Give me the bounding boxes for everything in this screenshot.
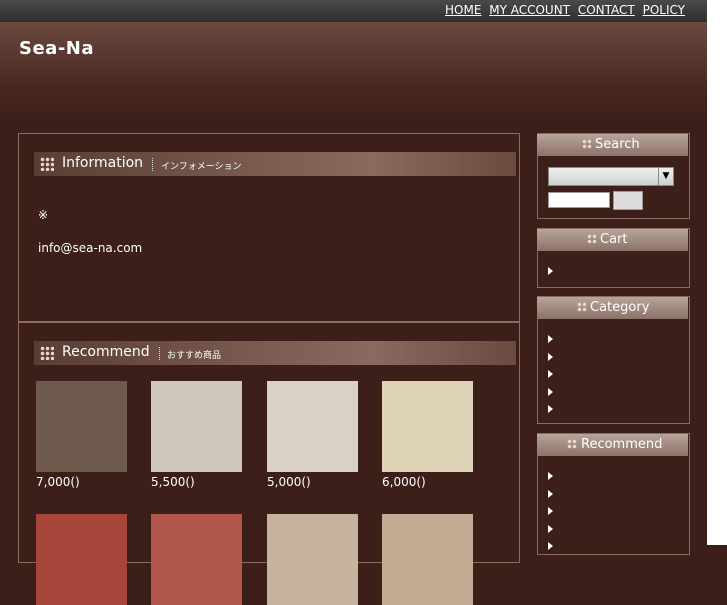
product-image[interactable]	[36, 514, 127, 605]
nav-policy-link[interactable]: POLICY	[643, 3, 685, 17]
recommend-header: Recommend おすすめ商品	[34, 341, 516, 365]
information-subtitle: インフォメーション	[161, 162, 242, 172]
list-item	[548, 383, 561, 401]
information-text: ※ info@sea-na.com	[38, 207, 142, 257]
product-card[interactable]	[36, 514, 136, 605]
cart-list	[548, 262, 561, 280]
dots-icon	[40, 157, 54, 171]
list-item	[548, 400, 561, 418]
category-select[interactable]: ▼	[548, 167, 674, 186]
side-recommend-header: Recommend	[537, 434, 688, 456]
product-image[interactable]	[382, 514, 473, 605]
list-item	[548, 467, 561, 485]
category-title: Category	[590, 300, 650, 315]
nav-home-link[interactable]: HOME	[445, 3, 481, 17]
cart-title: Cart	[600, 232, 628, 247]
product-image[interactable]	[151, 514, 242, 605]
page-edge	[707, 0, 727, 545]
product-card[interactable]	[151, 514, 251, 605]
cart-header: Cart	[537, 229, 688, 251]
product-card[interactable]: 5,500()	[151, 381, 251, 489]
list-item	[548, 365, 561, 383]
side-recommend-list	[548, 467, 561, 555]
product-image[interactable]	[267, 514, 358, 605]
dots-icon	[577, 302, 587, 312]
title-divider	[159, 347, 161, 360]
product-image[interactable]	[382, 381, 473, 472]
category-list	[548, 330, 561, 418]
list-item	[548, 537, 561, 555]
category-header: Category	[537, 297, 688, 319]
list-item	[548, 262, 561, 280]
list-item	[548, 485, 561, 503]
dots-icon	[567, 439, 577, 449]
nav-contact-link[interactable]: CONTACT	[578, 3, 635, 17]
list-item	[548, 348, 561, 366]
dots-icon	[582, 139, 592, 149]
recommend-title: Recommend	[62, 344, 150, 360]
dots-icon	[587, 234, 597, 244]
product-price: 7,000()	[36, 475, 80, 489]
product-price: 5,000()	[267, 475, 311, 489]
info-email-line[interactable]: info@sea-na.com	[38, 240, 142, 257]
product-card[interactable]: 5,000()	[267, 381, 367, 489]
information-header: Information インフォメーション	[34, 152, 516, 176]
nav-my-account-link[interactable]: MY ACCOUNT	[489, 3, 570, 17]
dots-icon	[40, 346, 54, 360]
title-divider	[152, 158, 154, 171]
list-item	[548, 520, 561, 538]
product-card[interactable]	[267, 514, 367, 605]
product-image[interactable]	[36, 381, 127, 472]
list-item	[548, 502, 561, 520]
site-title[interactable]: Sea-Na	[19, 38, 94, 59]
product-price: 6,000()	[382, 475, 426, 489]
search-input[interactable]	[548, 192, 610, 208]
top-bar: HOME MY ACCOUNT CONTACT POLICY	[0, 0, 707, 22]
search-button[interactable]	[613, 191, 643, 210]
product-image[interactable]	[151, 381, 242, 472]
list-item	[548, 330, 561, 348]
search-title: Search	[595, 137, 640, 152]
product-image[interactable]	[267, 381, 358, 472]
site-header: Sea-Na	[0, 22, 707, 120]
info-line	[38, 224, 142, 241]
product-price: 5,500()	[151, 475, 195, 489]
product-card[interactable]	[382, 514, 482, 605]
side-recommend-title: Recommend	[581, 437, 663, 452]
product-card[interactable]: 7,000()	[36, 381, 136, 489]
info-line: ※	[38, 208, 49, 222]
recommend-subtitle: おすすめ商品	[167, 351, 222, 361]
product-card[interactable]: 6,000()	[382, 381, 482, 489]
information-title: Information	[62, 155, 144, 171]
top-navigation: HOME MY ACCOUNT CONTACT POLICY	[441, 3, 685, 17]
chevron-down-icon[interactable]: ▼	[658, 168, 673, 185]
search-header: Search	[537, 134, 688, 156]
